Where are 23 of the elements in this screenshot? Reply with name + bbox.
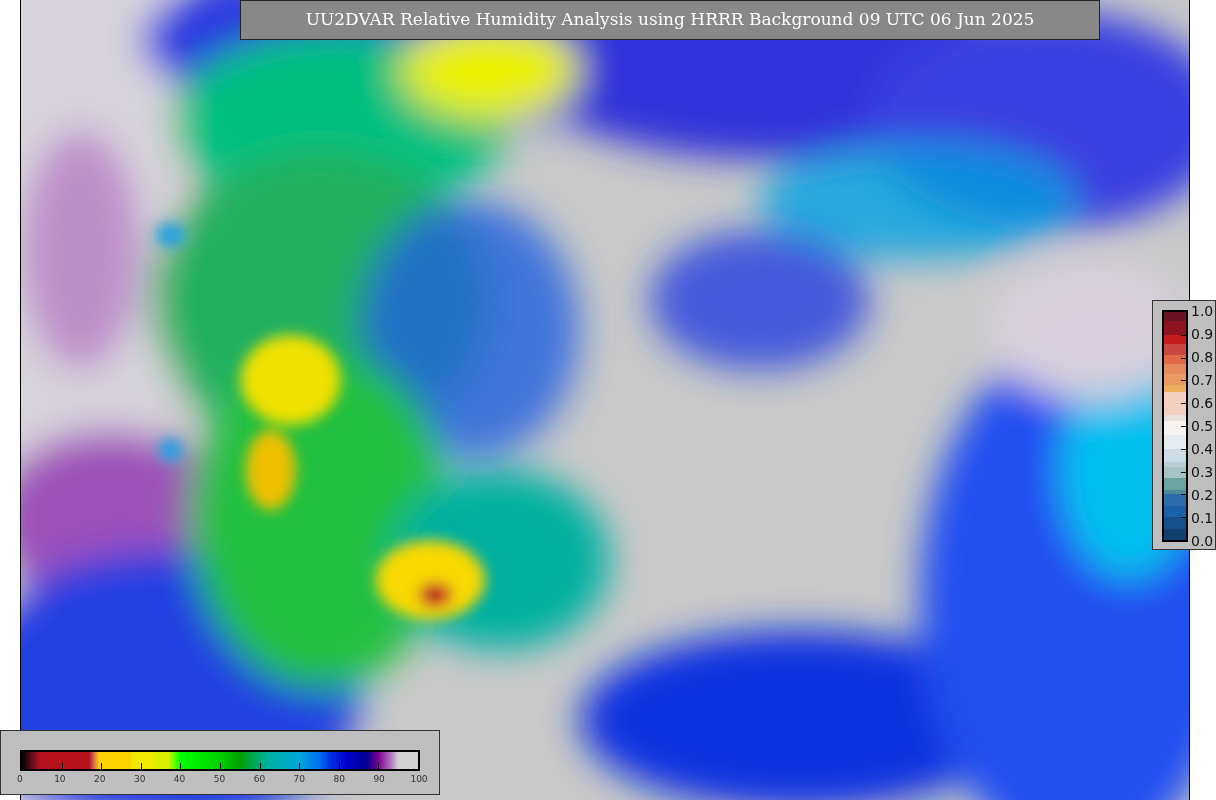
scale-label: 40 bbox=[173, 774, 186, 785]
scale-label: 0.2 bbox=[1191, 487, 1214, 504]
scale-label: 20 bbox=[94, 774, 106, 785]
scale-label: 70 bbox=[293, 774, 305, 785]
scale-label: 10 bbox=[54, 774, 66, 785]
scale-label: 0.3 bbox=[1191, 464, 1214, 481]
scale-label: 30 bbox=[133, 774, 146, 785]
scale-label: 50 bbox=[213, 774, 226, 785]
scale-label: 0.6 bbox=[1191, 394, 1214, 411]
scale-label: 0.9 bbox=[1191, 325, 1214, 342]
scale-label: 1.0 bbox=[1191, 302, 1214, 319]
scale-label: 0 bbox=[17, 774, 23, 785]
map-title: UU2DVAR Relative Humidity Analysis using HRRR Background 09 UTC 06 Jun 2025 bbox=[240, 0, 1100, 40]
scale-label: 0.4 bbox=[1191, 441, 1214, 458]
scale-label: 90 bbox=[373, 774, 385, 785]
scale-label: 0.5 bbox=[1191, 418, 1214, 434]
scale-label: 0.1 bbox=[1191, 510, 1214, 527]
scale-label: 0.0 bbox=[1191, 533, 1214, 550]
scale-label: 60 bbox=[253, 774, 266, 785]
scale-label: 0.8 bbox=[1191, 348, 1214, 365]
scale-label: 0.7 bbox=[1191, 371, 1214, 388]
scale-label: 80 bbox=[333, 774, 345, 785]
scale-label: 100 bbox=[410, 774, 428, 785]
